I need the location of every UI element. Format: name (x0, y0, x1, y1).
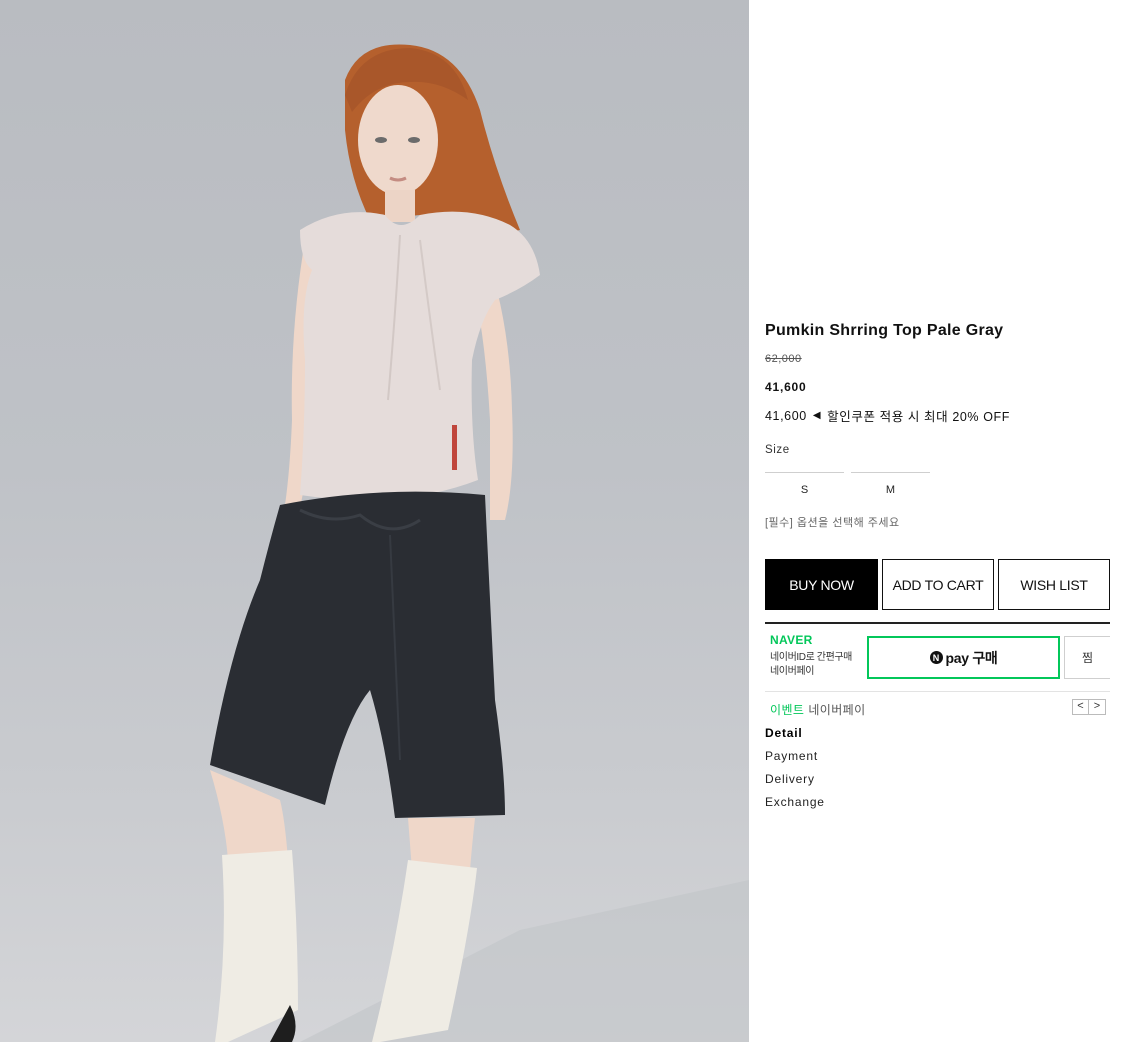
naver-pay-buy-button[interactable]: N pay 구매 (867, 636, 1060, 679)
naver-logo: NAVER (770, 633, 813, 647)
wish-list-button[interactable]: WISH LIST (998, 559, 1110, 610)
size-option-s[interactable]: S (765, 472, 844, 500)
divider (765, 622, 1110, 624)
event-pager: < > (1072, 699, 1106, 715)
required-option-message: [필수] 옵션을 선택해 주세요 (765, 517, 900, 529)
original-price: 62,000 (765, 353, 802, 365)
naver-pay-label: pay 구매 (945, 649, 998, 666)
naver-pay-separator (765, 691, 1110, 692)
chevron-left-icon[interactable]: < (1072, 699, 1089, 715)
naver-pay-area: NAVER 네이버ID로 간편구매 네이버페이 N pay 구매 찜 (765, 630, 1110, 692)
coupon-text: 할인쿠폰 적용 시 최대 20% OFF (827, 410, 1011, 424)
naver-desc-line1: 네이버ID로 간편구매 (770, 652, 852, 663)
event-label: 이벤트 (770, 703, 805, 717)
product-image (0, 0, 749, 1042)
naver-pay-event[interactable]: 이벤트 네이버페이 (770, 701, 866, 718)
coupon-price: 41,600 (765, 408, 807, 423)
model-illustration (210, 44, 749, 1042)
buy-now-button[interactable]: BUY NOW (765, 559, 878, 610)
chevron-right-icon[interactable]: > (1089, 699, 1106, 715)
add-to-cart-button[interactable]: ADD TO CART (882, 559, 994, 610)
tab-delivery[interactable]: Delivery (765, 772, 815, 786)
product-title: Pumkin Shrring Top Pale Gray (765, 322, 1004, 339)
naver-pay-description: 네이버ID로 간편구매 네이버페이 (770, 651, 852, 679)
left-triangle-icon: ◀ (812, 410, 822, 421)
size-option-m[interactable]: M (851, 472, 930, 500)
coupon-info: 41,600 ◀ 할인쿠폰 적용 시 최대 20% OFF (765, 406, 1010, 425)
event-provider: 네이버페이 (808, 703, 866, 717)
zzim-button[interactable]: 찜 (1064, 636, 1110, 679)
sale-price: 41,600 (765, 380, 807, 394)
tab-payment[interactable]: Payment (765, 749, 818, 763)
tab-detail[interactable]: Detail (765, 726, 802, 740)
size-label: Size (765, 444, 790, 456)
tab-exchange[interactable]: Exchange (765, 795, 825, 809)
naver-n-icon: N (929, 651, 943, 664)
naver-desc-line2: 네이버페이 (770, 666, 815, 677)
product-info-panel: Pumkin Shrring Top Pale Gray 62,000 41,6… (765, 0, 1110, 1042)
